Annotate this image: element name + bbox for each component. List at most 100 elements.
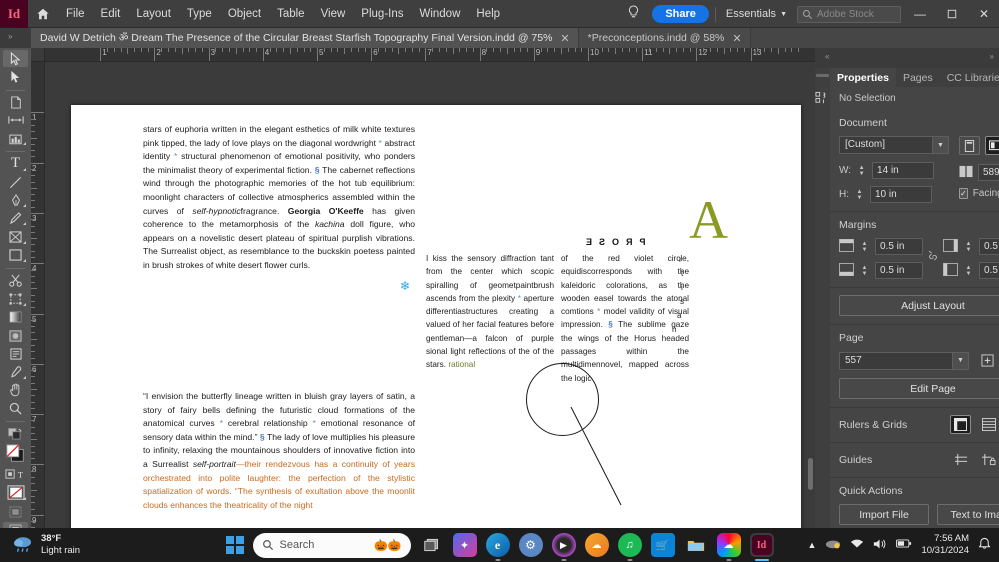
height-stepper[interactable]: ▲ ▼ — [854, 186, 865, 203]
document-tab-active[interactable]: David W Detrich ॐ Dream The Presence of … — [31, 28, 579, 48]
show-guides-icon[interactable] — [950, 450, 971, 469]
share-button[interactable]: Share — [652, 5, 709, 23]
pages-count-field[interactable]: 589 — [978, 164, 999, 181]
expand-dock-icon[interactable]: » — [990, 52, 994, 61]
document-preset-select[interactable]: [Custom] ▼ — [839, 136, 949, 154]
tab-pages[interactable]: Pages — [896, 68, 940, 87]
margin-top-field[interactable]: 0.5 in — [875, 238, 923, 255]
margin-top-stepper[interactable]: ▲ ▼ — [859, 238, 870, 255]
home-icon[interactable] — [28, 0, 58, 28]
close-icon[interactable]: ✕ — [732, 32, 741, 45]
scrollbar-thumb[interactable] — [808, 458, 813, 490]
paragraph-styles-icon[interactable] — [815, 91, 830, 109]
import-file-button[interactable]: Import File — [839, 504, 929, 525]
margin-left-field[interactable]: 0.5 in — [979, 238, 999, 255]
ruler-origin[interactable] — [31, 48, 45, 62]
creative-cloud-icon[interactable]: ☁ — [716, 533, 741, 561]
collapse-dock-icon[interactable]: « — [825, 52, 829, 61]
margin-bottom-field[interactable]: 0.5 in — [875, 262, 923, 279]
close-icon[interactable]: ✕ — [560, 32, 569, 45]
speaker-icon[interactable] — [873, 538, 887, 553]
lightbulb-icon[interactable] — [621, 5, 646, 23]
apply-none-swatch[interactable] — [3, 484, 28, 502]
taskbar-search-box[interactable]: Search 🎃🎃 — [252, 532, 411, 558]
windows-start-icon[interactable] — [225, 536, 244, 554]
note-tool[interactable] — [3, 345, 28, 362]
direct-selection-tool[interactable] — [3, 68, 28, 85]
portrait-orientation-icon[interactable] — [959, 136, 980, 155]
page-select[interactable]: 557 ▼ — [839, 351, 969, 370]
chevron-down-icon[interactable]: ▼ — [932, 137, 948, 153]
tab-cc-libraries[interactable]: CC Libraries — [940, 68, 999, 87]
settings-icon[interactable]: ⚙ — [518, 533, 543, 557]
drawn-line-shape[interactable] — [569, 405, 639, 515]
rectangle-tool[interactable] — [3, 247, 28, 264]
gradient-swatch-tool[interactable] — [3, 309, 28, 326]
landscape-orientation-icon[interactable] — [985, 136, 999, 155]
margin-right-stepper[interactable]: ▲ ▼ — [963, 262, 974, 279]
expand-panel-icon[interactable]: » — [8, 32, 12, 41]
menu-window[interactable]: Window — [411, 0, 468, 28]
menu-type[interactable]: Type — [179, 0, 220, 28]
minimize-button[interactable]: — — [907, 0, 933, 28]
close-button[interactable]: ✕ — [971, 0, 997, 28]
menu-view[interactable]: View — [313, 0, 354, 28]
eyedropper-tool[interactable] — [3, 363, 28, 380]
lock-guides-icon[interactable] — [978, 450, 999, 469]
show-rulers-icon[interactable] — [950, 415, 971, 434]
free-transform-tool[interactable] — [3, 290, 28, 307]
weather-widget[interactable]: 38°F Light rain — [0, 533, 80, 557]
selection-tool[interactable] — [3, 50, 28, 68]
task-view-icon[interactable] — [420, 533, 444, 557]
horizontal-ruler[interactable]: 1 2 3 4 5 6 7 8 9 10 11 12 13 — [31, 48, 815, 62]
menu-object[interactable]: Object — [220, 0, 269, 28]
menu-table[interactable]: Table — [269, 0, 313, 28]
store-icon[interactable]: 🛒 — [650, 533, 675, 557]
tab-properties[interactable]: Properties — [830, 68, 896, 87]
height-field[interactable]: 10 in — [870, 186, 932, 203]
menu-help[interactable]: Help — [468, 0, 508, 28]
dock-grip[interactable] — [816, 74, 829, 77]
media-player-icon[interactable]: ▶ — [551, 533, 576, 561]
copilot-icon[interactable]: ✦ — [452, 533, 477, 557]
margin-right-field[interactable]: 0.5 in — [979, 262, 999, 279]
chevron-up-icon[interactable]: ▲ — [808, 540, 817, 550]
fill-stroke-toggle[interactable] — [3, 425, 28, 442]
menu-edit[interactable]: Edit — [93, 0, 129, 28]
spotify-icon[interactable]: ♫ — [617, 533, 642, 561]
hand-tool[interactable] — [3, 382, 28, 399]
unlink-icon[interactable] — [927, 250, 939, 267]
content-collector-tool[interactable] — [3, 130, 28, 147]
edit-page-button[interactable]: Edit Page — [839, 378, 999, 399]
margin-bottom-stepper[interactable]: ▲ ▼ — [859, 262, 870, 279]
vertical-ruler[interactable]: 123456789 — [31, 62, 45, 540]
vertical-scrollbar[interactable] — [806, 63, 815, 526]
onedrive-icon[interactable] — [825, 538, 841, 552]
menu-plugins[interactable]: Plug-Ins — [353, 0, 411, 28]
zoom-tool[interactable] — [3, 400, 28, 417]
document-canvas[interactable]: 12345678910111213 123456789 stars of eup… — [31, 48, 815, 540]
pen-tool[interactable] — [3, 192, 28, 209]
line-tool[interactable] — [3, 174, 28, 191]
baseline-grid-icon[interactable] — [978, 415, 999, 434]
scissors-tool[interactable] — [3, 272, 28, 289]
type-tool[interactable]: T — [3, 155, 28, 172]
menu-layout[interactable]: Layout — [128, 0, 179, 28]
bell-icon[interactable] — [978, 537, 991, 554]
edge-icon[interactable]: e — [485, 533, 510, 561]
taskbar-clock[interactable]: 7:56 AM 10/31/2024 — [921, 533, 969, 557]
width-field[interactable]: 14 in — [872, 162, 935, 179]
formatting-affects-container-icon[interactable]: T — [3, 466, 28, 483]
maximize-button[interactable] — [939, 0, 965, 28]
pencil-tool[interactable] — [3, 210, 28, 227]
facing-pages-row[interactable]: ✓ Facing Pages — [959, 188, 999, 199]
frame-tool[interactable] — [3, 228, 28, 245]
margin-left-stepper[interactable]: ▲ ▼ — [963, 238, 974, 255]
document-tab-inactive[interactable]: *Preconceptions.indd @ 58% ✕ — [578, 28, 751, 48]
adobe-stock-search[interactable]: Adobe Stock — [797, 5, 901, 23]
page-tool[interactable] — [3, 93, 28, 110]
add-page-icon[interactable] — [977, 351, 998, 370]
normal-view-mode-icon[interactable] — [3, 503, 28, 520]
fill-stroke-swatch[interactable] — [3, 444, 28, 465]
gap-tool[interactable] — [3, 112, 28, 129]
